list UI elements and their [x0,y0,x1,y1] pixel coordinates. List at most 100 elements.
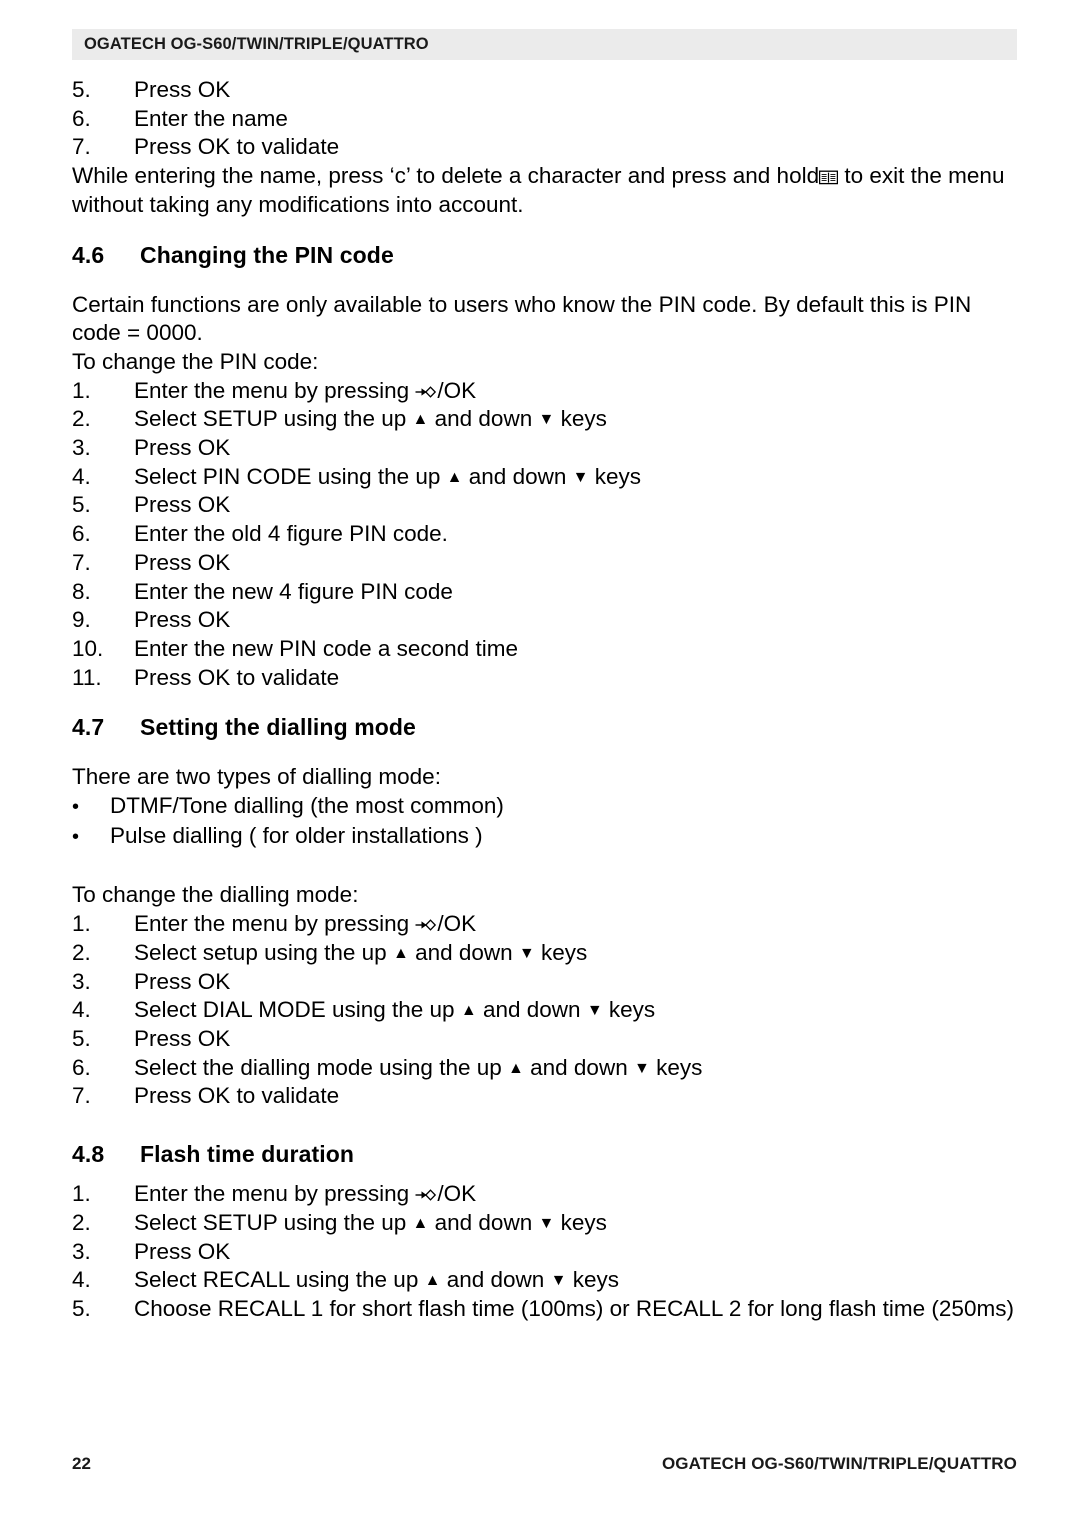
step-text-pre: Select RECALL using the up [134,1267,419,1293]
list-item-text: Press OK [134,435,231,461]
bullet-icon: • [72,825,80,848]
section-title: Setting the dialling mode [140,714,416,741]
list-item-text: Press OK [134,1238,231,1264]
step-text-mid: and down [434,406,533,432]
list-item: 9. Press OK [72,606,1017,635]
menu-enter-icon [415,1182,437,1201]
list-item-text: Pulse dialling ( for older installations… [110,822,483,848]
step-text-mid: and down [482,997,581,1023]
list-item-text: Enter the name [134,105,288,131]
running-header-title: OGATECH OG-S60/TWIN/TRIPLE/QUATTRO [84,35,429,53]
list-item: 1. Enter the menu by pressing /OK [72,377,1017,406]
page-footer: 22 OGATECH OG-S60/TWIN/TRIPLE/QUATTRO [72,1454,1017,1474]
bullet-icon: • [72,796,80,819]
list-item-text: Press OK [134,968,231,994]
list-item: 2. Select SETUP using the up ▲ and down … [72,405,1017,434]
list-item-text: Enter the menu by pressing /OK [134,377,1017,406]
list-item: • Pulse dialling ( for older installatio… [72,822,1017,852]
list-item: 3. Press OK [72,1238,1017,1267]
up-triangle-icon: ▲ [508,1059,524,1077]
list-item: 7. Press OK to validate [72,1082,1017,1111]
list-item-number: 4. [72,463,91,489]
section-47-steps: 1. Enter the menu by pressing /OK 2. Sel… [72,910,1017,1111]
section-title: Changing the PIN code [140,241,394,268]
step-text-pre: Enter the menu by pressing [134,377,410,403]
step-text-pre: Select setup using the up [134,939,387,965]
list-item-text: Press OK [134,549,231,575]
list-item: 5. Press OK [72,76,1017,105]
list-item-number: 5. [72,1025,91,1051]
step-text-pre: Enter the menu by pressing [134,1181,410,1207]
list-item-text: Enter the old 4 figure PIN code. [134,521,448,547]
section-heading-4-8: 4.8 Flash time duration [72,1141,1017,1168]
step-text-pre: Enter the menu by pressing [134,911,410,937]
list-item-text: Press OK [134,77,231,102]
step-text-mid: and down [530,1054,628,1080]
list-item-number: 6. [72,105,91,131]
step-text-mid: and down [446,1267,545,1293]
list-item-text: Press OK [134,1025,231,1051]
step-text-post: keys [594,463,642,489]
intro-numbered-list: 5. Press OK 6. Enter the name 7. Press O… [72,76,1017,162]
section-47-paragraph-1: There are two types of dialling mode: [72,764,441,790]
list-item-text: Select the dialling mode using the up ▲ … [134,1054,1017,1083]
running-header-band: OGATECH OG-S60/TWIN/TRIPLE/QUATTRO [72,29,1017,60]
list-item: 4. Select RECALL using the up ▲ and down… [72,1266,1017,1295]
menu-enter-icon [415,912,437,931]
step-text-mid: and down [468,463,567,489]
up-triangle-icon: ▲ [412,1214,429,1232]
section-47-paragraph-2: To change the dialling mode: [72,882,359,908]
up-triangle-icon: ▲ [424,1272,441,1290]
list-item-number: 1. [72,1181,91,1207]
step-text-post: keys [656,1054,703,1080]
list-item-text: Select RECALL using the up ▲ and down ▼ … [134,1266,1017,1295]
book-icon [819,164,839,185]
step-text-post: keys [572,1267,619,1293]
intro-paragraph: While entering the name, press ‘c’ to de… [72,162,1017,219]
list-item-text: Select PIN CODE using the up ▲ and down … [134,463,1017,492]
list-item: 11. Press OK to validate [72,664,1017,693]
list-item-text: Select DIAL MODE using the up ▲ and down… [134,996,1017,1025]
section-48-steps: 1. Enter the menu by pressing /OK 2. Sel… [72,1180,1017,1324]
list-item-number: 6. [72,521,91,547]
list-item-text: DTMF/Tone dialling (the most common) [110,793,504,819]
step-text-post: keys [560,406,607,432]
list-item: 7. Press OK [72,549,1017,578]
list-item-number: 9. [72,607,91,633]
step-text-pre: Select SETUP using the up [134,1209,407,1235]
section-number: 4.7 [72,714,105,741]
list-item-number: 5. [72,1295,91,1321]
list-item: 7. Press OK to validate [72,133,1017,162]
list-item: 3. Press OK [72,434,1017,463]
list-item-number: 1. [72,911,91,937]
list-item-text: Select setup using the up ▲ and down ▼ k… [134,939,1017,968]
section-46-steps: 1. Enter the menu by pressing /OK 2. Sel… [72,377,1017,693]
up-triangle-icon: ▲ [446,468,463,486]
list-item-number: 6. [72,1054,91,1080]
step-text-post: keys [541,939,588,965]
list-item-number: 7. [72,1083,91,1109]
list-item-number: 3. [72,435,91,461]
down-triangle-icon: ▼ [572,468,589,486]
list-item: • DTMF/Tone dialling (the most common) [72,792,1017,822]
step-text-post: keys [608,997,656,1023]
footer-document-title: OGATECH OG-S60/TWIN/TRIPLE/QUATTRO [661,1454,1017,1473]
document-page: OGATECH OG-S60/TWIN/TRIPLE/QUATTRO 5. Pr… [0,0,1080,1532]
list-item-text: Press OK [134,607,231,633]
section-heading-4-7: 4.7 Setting the dialling mode [72,714,1017,741]
list-item: 2. Select setup using the up ▲ and down … [72,939,1017,968]
list-item-text: Press OK to validate [134,134,340,160]
list-item: 6. Enter the old 4 figure PIN code. [72,520,1017,549]
list-item-text: Press OK to validate [134,664,340,690]
list-item-number: 2. [72,1209,91,1235]
list-item-number: 2. [72,939,91,965]
list-item-text: Press OK [134,492,231,518]
list-item: 5. Choose RECALL 1 for short flash time … [72,1295,1017,1324]
list-item-number: 3. [72,1238,91,1264]
list-item: 1. Enter the menu by pressing /OK [72,910,1017,939]
section-46-paragraph-1: Certain functions are only available to … [72,291,972,346]
list-item-text: Select SETUP using the up ▲ and down ▼ k… [134,405,1017,434]
list-item-number: 3. [72,968,91,994]
down-triangle-icon: ▼ [633,1059,650,1077]
step-text-pre: Select DIAL MODE using the up [134,997,455,1023]
